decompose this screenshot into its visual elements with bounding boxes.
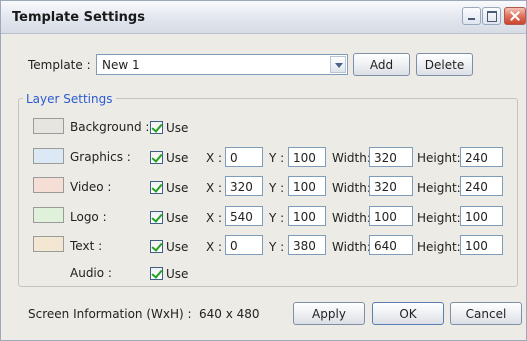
template-select[interactable]: New 1 (96, 54, 348, 75)
logo-use-checkbox[interactable] (150, 211, 163, 224)
video-use-label: Use (166, 181, 189, 195)
maximize-icon[interactable] (482, 7, 501, 25)
text-use-label: Use (166, 240, 189, 254)
graphics-x-input[interactable]: 0 (225, 147, 263, 167)
text-y-input[interactable]: 380 (288, 235, 326, 255)
logo-width-label: Width: (332, 211, 371, 225)
video-y-input[interactable]: 100 (288, 176, 326, 196)
text-label: Text : (70, 239, 103, 253)
ok-button[interactable]: OK (372, 302, 444, 325)
graphics-width-input[interactable]: 320 (369, 147, 413, 167)
video-height-input[interactable]: 240 (460, 176, 503, 196)
graphics-color-swatch[interactable] (33, 148, 64, 164)
video-width-label: Width: (332, 181, 371, 195)
template-select-value: New 1 (102, 58, 140, 72)
graphics-height-input[interactable]: 240 (460, 147, 503, 167)
audio-use-label: Use (166, 267, 189, 281)
video-height-label: Height: (417, 181, 461, 195)
screen-info-label: Screen Information (WxH) : (28, 307, 192, 321)
video-label: Video : (70, 180, 112, 194)
text-width-input[interactable]: 640 (369, 235, 413, 255)
text-height-input[interactable]: 100 (460, 235, 503, 255)
graphics-use-label: Use (166, 151, 189, 165)
template-label: Template : (28, 58, 91, 72)
delete-button[interactable]: Delete (416, 53, 473, 76)
video-use-checkbox[interactable] (150, 181, 163, 194)
logo-x-input[interactable]: 540 (225, 206, 263, 226)
video-x-label: X : (206, 181, 223, 195)
apply-button-label: Apply (312, 307, 346, 321)
background-label: Background : (70, 120, 150, 134)
text-use-checkbox[interactable] (150, 240, 163, 253)
graphics-label: Graphics : (70, 150, 131, 164)
logo-label: Logo : (70, 210, 107, 224)
logo-y-label: Y : (269, 211, 285, 225)
cancel-button-label: Cancel (465, 307, 507, 321)
graphics-y-label: Y : (269, 151, 285, 165)
window-title: Template Settings (12, 10, 145, 25)
add-button-label: Add (369, 58, 394, 72)
logo-x-label: X : (206, 211, 223, 225)
graphics-width-label: Width: (332, 151, 371, 165)
apply-button[interactable]: Apply (293, 302, 365, 325)
logo-y-input[interactable]: 100 (288, 206, 326, 226)
audio-use-checkbox[interactable] (150, 267, 163, 280)
screen-info-value: 640 x 480 (199, 307, 260, 321)
logo-width-input[interactable]: 100 (369, 206, 413, 226)
text-width-label: Width: (332, 240, 371, 254)
template-settings-dialog: Template Settings Template : New 1 Add D… (0, 0, 527, 341)
video-y-label: Y : (269, 181, 285, 195)
graphics-use-checkbox[interactable] (150, 151, 163, 164)
ok-button-label: OK (399, 307, 417, 321)
text-x-label: X : (206, 240, 223, 254)
delete-button-label: Delete (424, 58, 465, 72)
background-use-label: Use (166, 121, 189, 135)
video-width-input[interactable]: 320 (369, 176, 413, 196)
logo-use-label: Use (166, 211, 189, 225)
close-icon[interactable] (504, 7, 526, 25)
add-button[interactable]: Add (353, 53, 410, 76)
text-y-label: Y : (269, 240, 285, 254)
text-x-input[interactable]: 0 (225, 235, 263, 255)
chevron-down-icon[interactable] (330, 56, 346, 73)
background-color-swatch[interactable] (33, 118, 64, 134)
logo-height-input[interactable]: 100 (460, 206, 503, 226)
video-x-input[interactable]: 320 (225, 176, 263, 196)
title-bar[interactable]: Template Settings (1, 1, 526, 34)
logo-color-swatch[interactable] (33, 207, 64, 223)
graphics-height-label: Height: (417, 151, 461, 165)
video-color-swatch[interactable] (33, 177, 64, 193)
graphics-y-input[interactable]: 100 (288, 147, 326, 167)
cancel-button[interactable]: Cancel (450, 302, 522, 325)
text-height-label: Height: (417, 240, 461, 254)
background-use-checkbox[interactable] (150, 121, 163, 134)
logo-height-label: Height: (417, 211, 461, 225)
graphics-x-label: X : (206, 151, 223, 165)
text-color-swatch[interactable] (33, 236, 64, 252)
audio-label: Audio : (70, 266, 112, 280)
minimize-icon[interactable] (462, 7, 481, 25)
layer-settings-legend: Layer Settings (23, 92, 116, 106)
